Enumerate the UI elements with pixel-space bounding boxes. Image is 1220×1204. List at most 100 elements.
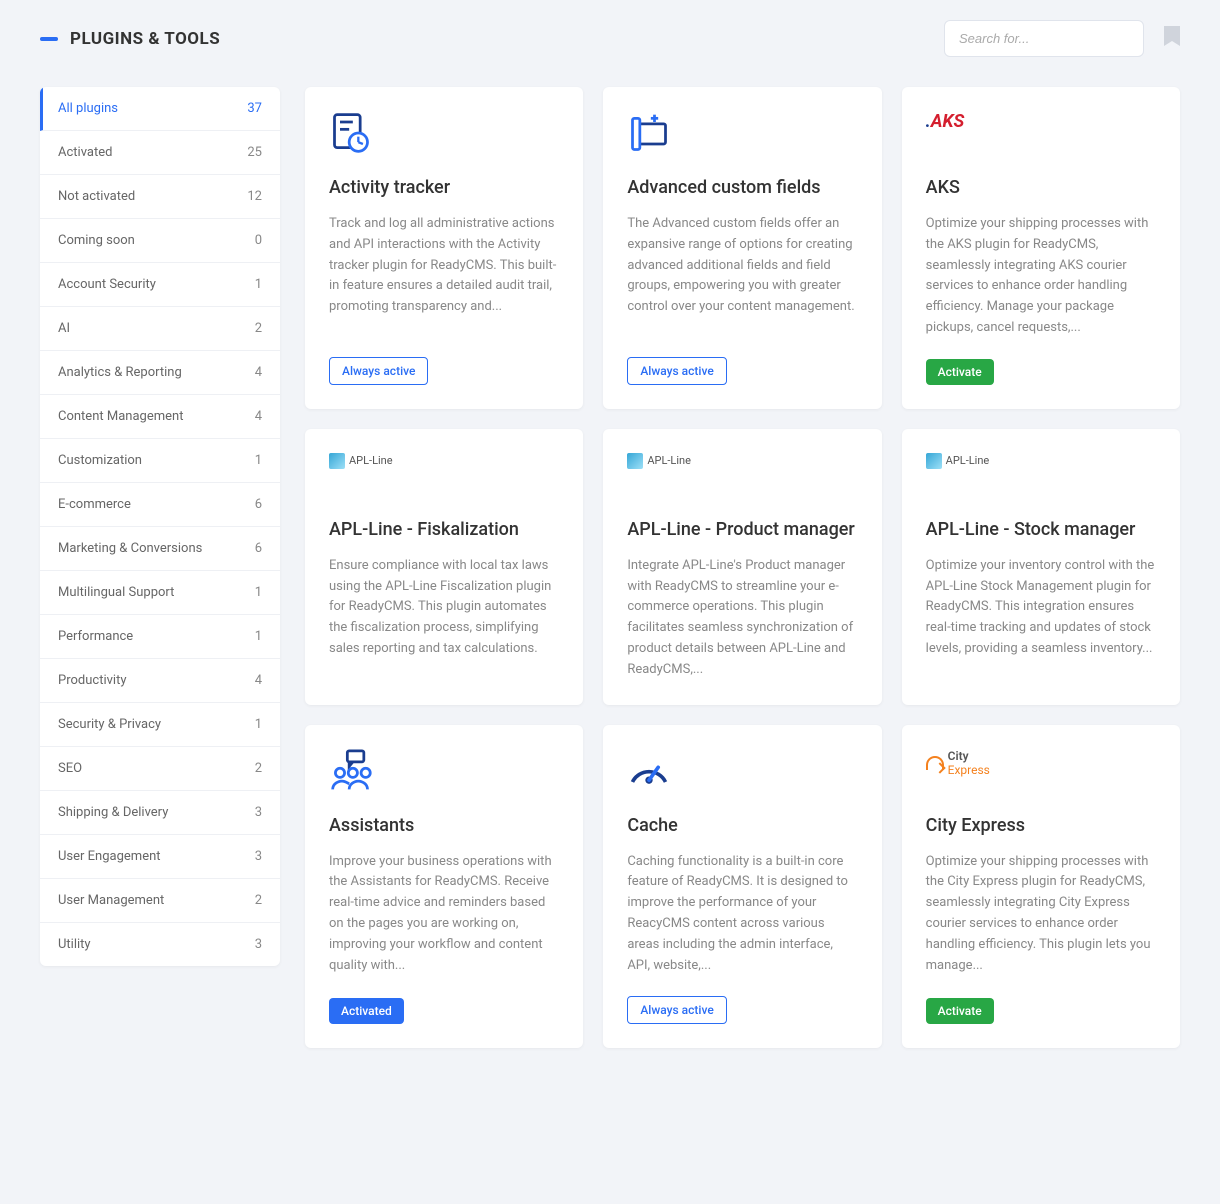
sidebar-item-label: Shipping & Delivery (58, 805, 168, 820)
sidebar-item[interactable]: Activated25 (40, 131, 280, 175)
plugin-card-icon: APL-Line (627, 453, 857, 501)
plugin-card-footer: Always active (627, 357, 857, 385)
cache-gauge-icon (627, 749, 671, 793)
title-wrap: PLUGINS & TOOLS (40, 29, 220, 49)
sidebar-item[interactable]: E-commerce 6 (40, 483, 280, 527)
sidebar-item-count: 2 (255, 893, 262, 908)
sidebar-item-label: Customization (58, 453, 142, 468)
always-active-badge: Always active (329, 357, 428, 385)
plugin-card-description: Optimize your inventory control with the… (926, 556, 1156, 681)
sidebar-item-count: 1 (255, 585, 262, 600)
sidebar-item-count: 37 (247, 101, 262, 116)
sidebar-item[interactable]: Coming soon0 (40, 219, 280, 263)
sidebar-item-count: 1 (255, 629, 262, 644)
plugin-card-icon: APL-Line (329, 453, 559, 501)
sidebar-item-count: 1 (255, 277, 262, 292)
activated-badge[interactable]: Activated (329, 998, 404, 1024)
sidebar-item-label: Performance (58, 629, 133, 644)
plugin-card-description: Ensure compliance with local tax laws us… (329, 556, 559, 681)
plugin-card: Cache Caching functionality is a built-in… (603, 725, 881, 1049)
plugin-card-icon (627, 111, 857, 159)
plugin-card-icon: CityExpress (926, 749, 1156, 797)
plugin-card-description: Optimize your shipping processes with th… (926, 852, 1156, 979)
activate-button[interactable]: Activate (926, 998, 994, 1024)
activate-button[interactable]: Activate (926, 359, 994, 385)
sidebar-item-count: 0 (255, 233, 262, 248)
plugin-card-icon: APL-Line (926, 453, 1156, 501)
sidebar-item-label: AI (58, 321, 70, 336)
sidebar-item-count: 12 (247, 189, 262, 204)
plugin-card-icon (627, 749, 857, 797)
sidebar-item[interactable]: Security & Privacy1 (40, 703, 280, 747)
sidebar-item[interactable]: Customization 1 (40, 439, 280, 483)
sidebar-item-label: Marketing & Conversions (58, 541, 202, 556)
page-header: PLUGINS & TOOLS (40, 20, 1180, 57)
plugin-card-description: Improve your business operations with th… (329, 852, 559, 979)
sidebar-item[interactable]: AI 2 (40, 307, 280, 351)
sidebar-item[interactable]: Marketing & Conversions 6 (40, 527, 280, 571)
sidebar-item[interactable]: Performance 1 (40, 615, 280, 659)
sidebar-item-count: 6 (255, 497, 262, 512)
sidebar-item-count: 3 (255, 805, 262, 820)
bookmark-icon[interactable] (1164, 26, 1180, 51)
sidebar-item-label: Content Management (58, 409, 183, 424)
sidebar-item-count: 2 (255, 321, 262, 336)
sidebar-item[interactable]: Analytics & Reporting4 (40, 351, 280, 395)
plugin-card-description: Integrate APL-Line's Product manager wit… (627, 556, 857, 681)
always-active-badge: Always active (627, 357, 726, 385)
plugin-card: Activity trackerTrack and log all admini… (305, 87, 583, 409)
always-active-badge: Always active (627, 996, 726, 1024)
plugin-card-title[interactable]: Cache (627, 815, 857, 836)
sidebar-item[interactable]: User Engagement3 (40, 835, 280, 879)
sidebar-item-count: 3 (255, 937, 262, 952)
sidebar-item[interactable]: All plugins 37 (40, 87, 280, 131)
plugin-card: Assistants Improve your business operatio… (305, 725, 583, 1049)
sidebar-item-label: Utility (58, 937, 91, 952)
sidebar-item[interactable]: SEO2 (40, 747, 280, 791)
apl-line-logo: APL-Line (926, 453, 990, 469)
sidebar-item[interactable]: Content Management4 (40, 395, 280, 439)
plugin-card-title[interactable]: APL-Line - Product manager (627, 519, 857, 540)
sidebar-item[interactable]: Not activated 12 (40, 175, 280, 219)
title-accent-bar (40, 37, 58, 41)
plugin-card-title[interactable]: APL-Line - Stock manager (926, 519, 1156, 540)
plugin-card-footer: Always active (329, 357, 559, 385)
sidebar-item-count: 6 (255, 541, 262, 556)
search-input[interactable] (944, 20, 1144, 57)
plugin-card-description: Caching functionality is a built-in core… (627, 852, 857, 977)
sidebar-item[interactable]: Utility 3 (40, 923, 280, 966)
sidebar-item-label: Multilingual Support (58, 585, 174, 600)
plugin-card: .AKS AKS Optimize your shipping processes … (902, 87, 1180, 409)
plugin-card: Advanced custom fields The Advanced custo… (603, 87, 881, 409)
plugin-grid: Activity trackerTrack and log all admini… (305, 87, 1180, 1048)
plugin-card: CityExpress City Express Optimize your shi… (902, 725, 1180, 1049)
sidebar-item-label: User Management (58, 893, 164, 908)
plugin-card-title[interactable]: Activity tracker (329, 177, 559, 198)
sidebar-item[interactable]: Multilingual Support 1 (40, 571, 280, 615)
apl-line-logo: APL-Line (627, 453, 691, 469)
plugin-card-description: The Advanced custom fields offer an expa… (627, 214, 857, 337)
sidebar-item[interactable]: Productivity4 (40, 659, 280, 703)
header-right (944, 20, 1180, 57)
plugin-card-icon (329, 111, 559, 159)
sidebar-item-label: All plugins (58, 101, 118, 116)
sidebar-item[interactable]: Shipping & Delivery 3 (40, 791, 280, 835)
sidebar-item[interactable]: Account Security1 (40, 263, 280, 307)
plugin-card-title[interactable]: APL-Line - Fiskalization (329, 519, 559, 540)
sidebar-item-count: 4 (255, 365, 262, 380)
plugin-card-title[interactable]: AKS (926, 177, 1156, 198)
plugin-card: APL-Line APL-Line - Fiskalization Ensure c… (305, 429, 583, 705)
sidebar-item[interactable]: User Management 2 (40, 879, 280, 923)
plugin-card-title[interactable]: Assistants (329, 815, 559, 836)
sidebar-item-label: Activated (58, 145, 112, 160)
sidebar-item-label: E-commerce (58, 497, 131, 512)
plugin-card-title[interactable]: City Express (926, 815, 1156, 836)
plugin-card-description: Optimize your shipping processes with th… (926, 214, 1156, 339)
sidebar-item-label: SEO (58, 761, 82, 776)
plugin-card-title[interactable]: Advanced custom fields (627, 177, 857, 198)
plugin-card-icon: .AKS (926, 111, 1156, 159)
plugin-card: APL-Line APL-Line - Product manager Integr… (603, 429, 881, 705)
plugin-card-footer: Activate (926, 359, 1156, 385)
sidebar-item-count: 1 (255, 453, 262, 468)
sidebar-item-label: Not activated (58, 189, 135, 204)
